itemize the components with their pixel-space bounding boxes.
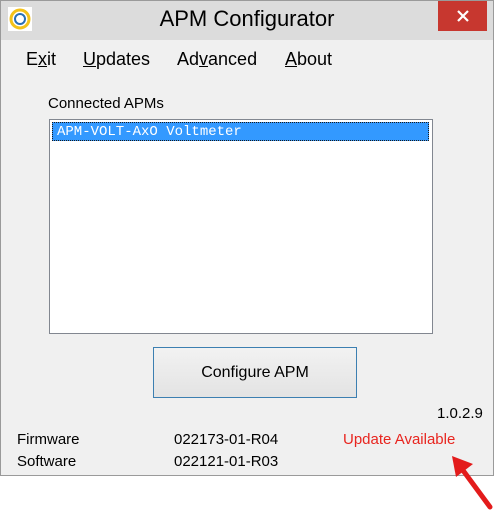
menu-exit-text-b: it (47, 49, 57, 69)
menu-about-mnemonic: A (285, 49, 298, 69)
version-number: 1.0.2.9 (437, 405, 483, 422)
menu-about-text-b: bout (297, 49, 333, 69)
menu-updates[interactable]: Updates (83, 49, 150, 70)
red-arrow-icon (452, 456, 493, 510)
menu-advanced-text-b: anced (208, 49, 258, 69)
firmware-value: 022173-01-R04 (174, 431, 279, 448)
menu-bar: Exit Updates Advanced About (1, 40, 493, 80)
connected-apms-list[interactable]: APM-VOLT-AxO Voltmeter (49, 119, 433, 334)
software-label: Software (17, 453, 77, 470)
window-title: APM Configurator (159, 6, 335, 31)
configure-apm-button[interactable]: Configure APM (153, 347, 357, 398)
menu-exit-text-a: E (26, 49, 39, 69)
menu-advanced-mnemonic: v (199, 49, 209, 69)
menu-advanced-text-a: Ad (177, 49, 200, 69)
update-available-status[interactable]: Update Available (343, 431, 455, 448)
close-button[interactable] (438, 1, 487, 31)
list-item-selected[interactable]: APM-VOLT-AxO Voltmeter (52, 122, 429, 141)
firmware-label: Firmware (17, 431, 80, 448)
close-icon (456, 10, 469, 22)
menu-updates-text-b: pdates (96, 49, 151, 69)
menu-about[interactable]: About (285, 49, 332, 70)
menu-exit[interactable]: Exit (26, 49, 56, 70)
connected-apms-label: Connected APMs (48, 95, 164, 112)
app-window: APM Configurator Exit Updates Advanced A… (0, 0, 494, 476)
software-value: 022121-01-R03 (174, 453, 279, 470)
title-bar[interactable]: APM Configurator (1, 1, 493, 40)
menu-updates-mnemonic: U (83, 49, 96, 69)
menu-exit-mnemonic: x (38, 49, 48, 69)
menu-advanced[interactable]: Advanced (177, 49, 257, 70)
